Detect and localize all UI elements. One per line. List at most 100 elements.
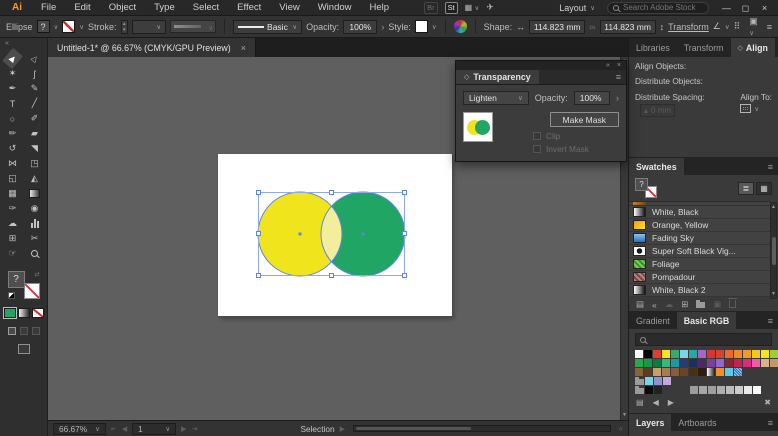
scale-tool-icon[interactable]: ◥ <box>26 142 43 155</box>
artboard-nav-dropdown[interactable]: 1∨ <box>132 423 176 435</box>
ellipse-tool-icon[interactable]: ○ <box>4 112 21 125</box>
colors-menu-icon[interactable]: ≡ <box>763 312 778 329</box>
hscroll-thumb[interactable] <box>356 427 471 430</box>
color-swatch[interactable] <box>707 350 715 358</box>
handle-bottom-left[interactable] <box>256 273 261 278</box>
color-swatch[interactable] <box>698 350 706 358</box>
handle-bottom-right[interactable] <box>402 273 407 278</box>
swatch-kinds-icon[interactable]: « <box>652 300 657 310</box>
color-swatch[interactable] <box>654 386 662 394</box>
swatch-libraries-icon[interactable]: ▤ <box>636 299 644 310</box>
color-swatch[interactable] <box>708 386 716 394</box>
perspective-grid-tool-icon[interactable]: ◭ <box>26 172 43 185</box>
color-swatch[interactable] <box>662 359 670 367</box>
transform-link[interactable]: Transform <box>668 22 709 32</box>
draw-normal-icon[interactable] <box>8 327 16 335</box>
color-swatch[interactable] <box>716 368 724 376</box>
stroke-proxy[interactable] <box>24 283 40 299</box>
line-segment-tool-icon[interactable]: ╱ <box>26 97 43 110</box>
list-view-icon[interactable]: ≣ <box>738 182 754 195</box>
next-icon[interactable]: ▶ <box>668 398 674 407</box>
color-group-folder-icon[interactable] <box>635 388 644 394</box>
tab-transparency[interactable]: ◇ Transparency <box>456 70 539 84</box>
handle-middle-left[interactable] <box>256 231 261 236</box>
edit-color-group-icon[interactable]: ⊞ <box>681 299 688 310</box>
status-expand-icon[interactable]: ▶ <box>340 425 345 433</box>
tab-layers[interactable]: Layers <box>629 414 671 431</box>
pen-tool-icon[interactable]: ✒ <box>4 82 21 95</box>
color-swatch[interactable] <box>770 350 778 358</box>
close-panel-icon[interactable]: × <box>617 61 621 70</box>
menu-item-view[interactable]: View <box>270 2 308 13</box>
recolor-artwork-icon[interactable] <box>454 20 467 33</box>
swatch-row[interactable]: Orange, Yellow <box>629 219 770 232</box>
next-artboard-icon[interactable]: ▶ <box>181 425 186 433</box>
lasso-tool-icon[interactable]: ʃ <box>26 67 43 80</box>
style-swatch[interactable] <box>415 20 428 33</box>
color-button[interactable] <box>4 308 16 318</box>
color-swatch[interactable] <box>654 377 662 385</box>
tab-basic-rgb[interactable]: Basic RGB <box>677 312 736 329</box>
stroke-chevron-icon[interactable]: ∨ <box>79 23 84 31</box>
tp-opacity-submenu-icon[interactable]: › <box>616 93 619 103</box>
swatch-row[interactable]: White, Black <box>629 206 770 219</box>
stroke-swatch[interactable] <box>62 20 75 33</box>
tab-artboards[interactable]: Artboards <box>671 414 723 431</box>
menu-item-type[interactable]: Type <box>145 2 184 13</box>
gradient-tool-icon[interactable] <box>26 187 43 200</box>
eyedropper-tool-icon[interactable]: ✑ <box>4 202 21 215</box>
width-tool-icon[interactable]: ⋈ <box>4 157 21 170</box>
color-swatch[interactable] <box>671 359 679 367</box>
fill-chevron-icon[interactable]: ∨ <box>54 23 59 31</box>
handle-middle-right[interactable] <box>402 231 407 236</box>
color-swatch[interactable] <box>663 386 671 394</box>
color-swatch[interactable] <box>698 368 706 376</box>
remove-icon[interactable]: ✖ <box>764 398 771 407</box>
color-swatch[interactable] <box>743 350 751 358</box>
collapse-tools-icon[interactable]: « <box>0 38 47 51</box>
style-chevron-icon[interactable]: ∨ <box>432 23 437 31</box>
color-swatch[interactable] <box>761 359 769 367</box>
color-swatch[interactable] <box>717 386 725 394</box>
swatches-fill-stroke-proxy[interactable]: ? <box>635 178 657 198</box>
color-swatch[interactable] <box>716 350 724 358</box>
share-icon[interactable]: ✈ <box>486 2 494 13</box>
color-swatch[interactable] <box>735 386 743 394</box>
opacity-submenu-icon[interactable]: › <box>381 22 384 32</box>
fill-proxy[interactable]: ? <box>8 271 25 288</box>
color-swatch[interactable] <box>680 359 688 367</box>
menu-item-file[interactable]: File <box>32 2 65 13</box>
shape-width-field[interactable]: 114.823 mm <box>529 20 585 34</box>
handle-top-right[interactable] <box>402 190 407 195</box>
color-swatch[interactable] <box>752 350 760 358</box>
swatch-row[interactable]: Fading Sky <box>629 232 770 245</box>
opacity-field[interactable]: 100% <box>343 20 377 34</box>
panel-drag-bar[interactable]: « × <box>456 61 626 70</box>
swatch-row[interactable]: Pompadour <box>629 271 770 284</box>
color-swatch[interactable] <box>743 359 751 367</box>
handle-bottom-center[interactable] <box>329 273 334 278</box>
scroll-down-icon[interactable]: ▼ <box>621 411 628 420</box>
handle-top-center[interactable] <box>329 190 334 195</box>
color-swatch[interactable] <box>662 350 670 358</box>
tab-transform[interactable]: Transform <box>677 38 731 57</box>
shear-icon[interactable]: ∠ <box>713 21 721 32</box>
handle-top-left[interactable] <box>256 190 261 195</box>
color-swatch[interactable] <box>753 386 761 394</box>
transform-chevron-icon[interactable]: ∨ <box>725 23 730 31</box>
new-color-group-icon[interactable] <box>696 300 705 310</box>
color-swatch[interactable] <box>761 350 769 358</box>
color-swatch[interactable] <box>725 368 733 376</box>
stroke-weight-stepper[interactable]: ▴▾ <box>121 20 128 34</box>
stock-icon[interactable]: St <box>445 2 458 14</box>
artboard-tool-icon[interactable]: ⊞ <box>4 232 21 245</box>
collapse-panel-icon[interactable]: « <box>606 61 610 70</box>
color-swatch[interactable] <box>689 350 697 358</box>
magic-wand-tool-icon[interactable]: ✶ <box>4 67 21 80</box>
color-swatch[interactable] <box>671 368 679 376</box>
default-fill-stroke-icon[interactable] <box>8 292 15 299</box>
restore-button[interactable]: ◻ <box>736 0 755 16</box>
menu-item-select[interactable]: Select <box>184 2 228 13</box>
rotate-tool-icon[interactable]: ↺ <box>4 142 21 155</box>
fill-swatch[interactable]: ? <box>37 20 50 33</box>
